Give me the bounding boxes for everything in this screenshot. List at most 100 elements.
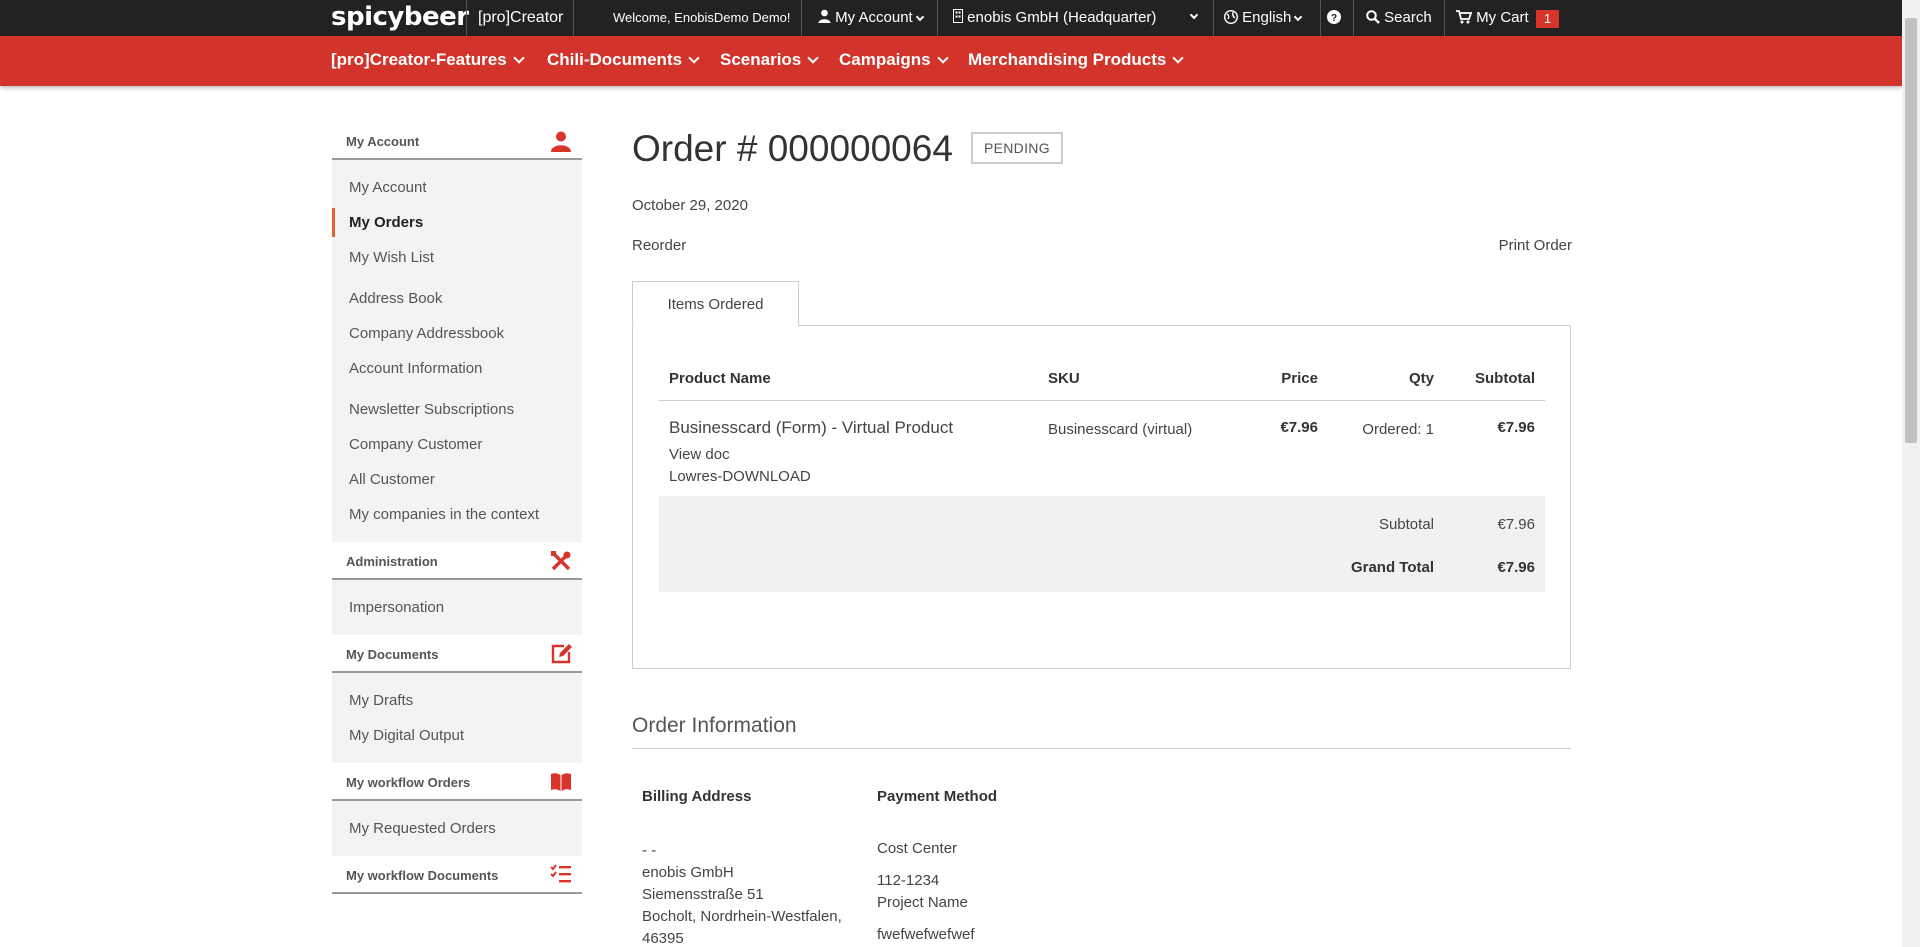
main-nav: [pro]Creator-Features Chili-Documents Sc… [0,36,1902,86]
cart-label: My Cart [1476,9,1529,26]
svg-text:?: ? [1331,13,1337,24]
user-icon [818,9,831,23]
nav-item-merchandising-products[interactable]: Merchandising Products [968,50,1185,70]
divider [659,400,1545,401]
grand-total-value: €7.96 [1497,559,1535,576]
company-label: enobis GmbH (Headquarter) [967,9,1157,26]
sidebar-item-my-account[interactable]: My Account [332,170,582,205]
sidebar-section-title: My Documents [346,647,439,662]
nav-item-campaigns[interactable]: Campaigns [839,50,949,70]
billing-address: - - enobis GmbH Siemensstraße 51 Bocholt… [642,840,842,947]
help-button[interactable]: ? [1327,9,1341,26]
chevron-down-icon [688,52,700,64]
top-bar: spicybeer [pro]Creator Welcome, EnobisDe… [0,0,1902,36]
divider [632,748,1571,749]
column-header-product: Product Name [669,370,771,387]
sidebar-section-header: My Account [332,122,582,160]
sidebar-section-links: My Requested Orders [332,801,582,856]
cart-button[interactable]: My Cart [1456,9,1529,26]
my-account-menu[interactable]: My Account [818,9,924,26]
print-order-link[interactable]: Print Order [1499,237,1572,254]
building-icon [953,9,963,23]
status-badge: PENDING [971,132,1063,164]
address-line: enobis GmbH [642,864,734,881]
sidebar-section-links: My Account My Orders My Wish List Addres… [332,160,582,542]
payment-method-title: Payment Method [877,788,998,805]
sidebar-item-my-drafts[interactable]: My Drafts [332,683,582,718]
sidebar-item-address-book[interactable]: Address Book [332,281,582,316]
order-information-heading: Order Information [632,714,797,737]
address-line: 46395 [642,930,684,947]
search-label: Search [1384,9,1432,26]
nav-item-chili-documents[interactable]: Chili-Documents [547,50,700,70]
order-date: October 29, 2020 [632,197,748,214]
sidebar-section-title: My Account [346,134,420,149]
sidebar-item-impersonation[interactable]: Impersonation [332,590,582,625]
sidebar-item-my-orders[interactable]: My Orders [332,205,582,240]
globe-icon [1223,9,1239,25]
reorder-link[interactable]: Reorder [632,237,686,254]
language-label: English [1242,9,1292,26]
nav-label: Chili-Documents [547,50,683,69]
product-qty: Ordered: 1 [1362,421,1434,438]
nav-item-procreator-features[interactable]: [pro]Creator-Features [331,50,525,70]
cart-count-badge: 1 [1536,10,1559,28]
billing-address-title: Billing Address [642,788,752,805]
sidebar-item-my-wish-list[interactable]: My Wish List [332,240,582,275]
sidebar-item-account-information[interactable]: Account Information [332,351,582,386]
grand-total-label: Grand Total [1350,559,1434,576]
sidebar-item-my-requested-orders[interactable]: My Requested Orders [332,811,582,846]
nav-label: Merchandising Products [968,50,1167,69]
sidebar-item-newsletter-subscriptions[interactable]: Newsletter Subscriptions [332,392,582,427]
chevron-down-icon [513,52,525,64]
search-icon [1366,10,1380,24]
sidebar-item-my-digital-output[interactable]: My Digital Output [332,718,582,753]
sidebar-section-header: My workflow Documents [332,856,582,894]
logo[interactable]: spicybeer [331,2,469,32]
cost-center: 112-1234 [877,872,940,889]
chevron-down-icon [936,52,949,64]
chevron-down-icon [1294,12,1303,22]
product-option: Lowres-DOWNLOAD [669,468,811,485]
product-price: €7.96 [1280,419,1318,436]
divider [466,0,467,36]
sidebar-item-my-companies-in-context[interactable]: My companies in the context [332,497,582,532]
address-line: Siemensstraße 51 [642,886,764,903]
column-header-subtotal: Subtotal [1475,370,1535,387]
my-account-label: My Account [835,9,913,26]
product-subtotal: €7.96 [1497,419,1535,436]
project-name-value: fwefwefwefwef [877,926,975,943]
column-header-price: Price [1281,370,1318,387]
project-name-label: Project Name [877,894,968,911]
address-line: Bocholt, Nordrhein-Westfalen, [642,908,842,925]
product-option: View doc [669,446,730,463]
chevron-down-icon [807,52,819,64]
search-button[interactable]: Search [1366,9,1432,26]
product-sku: Businesscard (virtual) [1048,421,1193,438]
language-selector[interactable]: English [1223,9,1303,26]
scrollbar-thumb[interactable] [1905,18,1917,443]
welcome-message: Welcome, EnobisDemo Demo! [613,10,791,25]
items-ordered-panel: Product Name SKU Price Qty Subtotal Busi… [632,325,1571,669]
nav-label: Campaigns [839,50,931,69]
tab-items-ordered[interactable]: Items Ordered [632,281,799,327]
payment-method: Cost Center [877,840,958,857]
sidebar-section-links: Impersonation [332,580,582,635]
page-title: Order # 000000064 [632,128,953,169]
sidebar-item-company-addressbook[interactable]: Company Addressbook [332,316,582,351]
divider [1320,0,1321,36]
sidebar-section-title: My workflow Orders [346,775,471,790]
sidebar-item-all-customer[interactable]: All Customer [332,462,582,497]
sidebar-section-header: Administration [332,542,582,580]
address-line: - - [642,842,657,859]
chevron-down-icon [1189,10,1199,20]
help-icon: ? [1327,10,1341,24]
divider [1213,0,1214,36]
column-header-sku: SKU [1048,370,1080,387]
cart-icon [1456,10,1473,24]
company-selector[interactable]: enobis GmbH (Headquarter) [953,9,1201,26]
nav-item-scenarios[interactable]: Scenarios [720,50,819,70]
sidebar-section-header: My workflow Orders [332,763,582,801]
divider [1353,0,1354,36]
sidebar-item-company-customer[interactable]: Company Customer [332,427,582,462]
